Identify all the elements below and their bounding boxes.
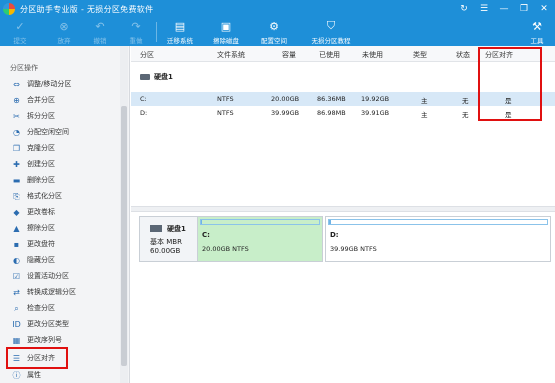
tools-button[interactable]: ⚒ 工具 <box>528 18 546 46</box>
disk-map-partition-c[interactable]: C: 20.00GB NTFS <box>197 216 323 262</box>
sidebar-item-create[interactable]: ✚ 创建分区 <box>12 157 55 171</box>
minimize-button[interactable]: — <box>497 2 511 16</box>
sidebar-item-clone[interactable]: ❐ 克隆分区 <box>12 141 55 155</box>
delete-icon: ▬ <box>12 175 21 185</box>
sidebar-item-split[interactable]: ✂ 拆分分区 <box>12 109 55 123</box>
sidebar-item-wipe[interactable]: ▲ 擦除分区 <box>12 221 55 235</box>
sidebar-item-check[interactable]: ⌕ 检查分区 <box>12 301 55 315</box>
check-circle-icon: ✓ <box>15 19 25 33</box>
migrate-os-button[interactable]: ▤ 迁移系统 <box>164 18 196 46</box>
tools-icon: ⚒ <box>532 19 542 33</box>
toolbar-divider <box>156 22 157 42</box>
allocate-icon: ◔ <box>13 127 20 137</box>
sidebar-item-drive-letter[interactable]: ▪ 更改盘符 <box>12 237 55 251</box>
format-icon: ⎘ <box>13 191 20 201</box>
disk-header-row[interactable]: 硬盘1 <box>131 70 173 84</box>
serial-icon: ▦ <box>12 335 21 345</box>
migrate-os-icon: ▤ <box>174 19 186 33</box>
redo-button[interactable]: ↷ 重做 <box>124 18 148 46</box>
sidebar-item-allocate[interactable]: ◔ 分配空闲空间 <box>12 125 69 139</box>
partition-usage-fill <box>201 220 203 224</box>
sidebar-item-change-label[interactable]: ◆ 更改卷标 <box>12 205 55 219</box>
sidebar-item-resize[interactable]: ⇔ 调整/移动分区 <box>12 77 71 91</box>
partition-usage-bar <box>200 219 320 225</box>
sidebar-item-align[interactable]: ☰ 分区对齐 <box>12 351 55 365</box>
title-bar: 分区助手专业版 - 无损分区免费软件 ↻ ☰ — ❐ ✕ <box>0 0 555 18</box>
sidebar-item-merge[interactable]: ⊕ 合并分区 <box>12 93 55 107</box>
wipe-disk-button[interactable]: ▣ 擦除磁盘 <box>210 18 242 46</box>
hard-disk-icon <box>140 74 150 80</box>
column-header-filesystem[interactable]: 文件系统 <box>217 50 245 60</box>
app-logo-icon <box>3 3 15 15</box>
sidebar-section-title: 分区操作 <box>10 64 38 72</box>
disk-map-disk-info[interactable]: 硬盘1 基本 MBR 60.00GB <box>139 216 199 262</box>
type-id-icon: ID <box>12 319 21 329</box>
column-header-used[interactable]: 已使用 <box>319 50 340 60</box>
table-row[interactable]: D: NTFS 39.99GB 86.98MB 39.91GB 主 无 是 <box>131 106 555 120</box>
discard-button[interactable]: ⊗ 放弃 <box>52 18 76 46</box>
allocate-space-button[interactable]: ⚙ 配置空间 <box>258 18 290 46</box>
check-icon: ⌕ <box>14 303 19 313</box>
partition-usage-bar <box>328 219 548 225</box>
window-title: 分区助手专业版 - 无损分区免费软件 <box>20 4 154 14</box>
redo-icon: ↷ <box>131 19 141 33</box>
main-panel: 分区 文件系统 容量 已使用 未使用 类型 状态 分区对齐 硬盘1 C: NTF… <box>131 46 555 383</box>
sidebar-item-change-serial[interactable]: ▦ 更改序列号 <box>12 333 62 347</box>
allocate-space-icon: ⚙ <box>269 19 279 33</box>
disk-map-partition-d[interactable]: D: 39.99GB NTFS <box>325 216 551 262</box>
column-header-status[interactable]: 状态 <box>456 50 470 60</box>
split-icon: ✂ <box>13 111 20 121</box>
column-header-free[interactable]: 未使用 <box>362 50 383 60</box>
close-button[interactable]: ✕ <box>537 2 551 16</box>
resize-icon: ⇔ <box>13 79 20 89</box>
active-icon: ☑ <box>12 271 21 281</box>
sidebar-item-format[interactable]: ⎘ 格式化分区 <box>12 189 62 203</box>
sidebar-item-properties[interactable]: ⓘ 属性 <box>12 368 42 382</box>
sidebar-scrollbar[interactable] <box>120 46 128 383</box>
refresh-icon[interactable]: ↻ <box>457 2 471 16</box>
partition-usage-fill <box>329 220 332 224</box>
sidebar-item-set-active[interactable]: ☑ 设置活动分区 <box>12 269 69 283</box>
sidebar: 分区操作 ⇔ 调整/移动分区 ⊕ 合并分区 ✂ 拆分分区 ◔ 分配空闲空间 ❐ … <box>0 46 130 383</box>
table-row[interactable]: C: NTFS 20.00GB 86.36MB 19.92GB 主 无 是 <box>131 92 555 106</box>
hide-icon: ◐ <box>13 255 20 265</box>
create-icon: ✚ <box>13 159 20 169</box>
sidebar-item-delete[interactable]: ▬ 删除分区 <box>12 173 55 187</box>
table-header: 分区 文件系统 容量 已使用 未使用 类型 状态 分区对齐 <box>131 46 555 62</box>
menu-icon[interactable]: ☰ <box>477 2 491 16</box>
drive-letter-icon: ▪ <box>13 239 20 249</box>
column-header-partition[interactable]: 分区 <box>140 50 154 60</box>
column-header-alignment[interactable]: 分区对齐 <box>485 50 513 60</box>
disk-map: 硬盘1 基本 MBR 60.00GB C: 20.00GB NTFS D: 39… <box>131 212 555 383</box>
label-icon: ◆ <box>13 207 20 217</box>
toolbar: ✓ 提交 ⊗ 放弃 ↶ 撤销 ↷ 重做 ▤ 迁移系统 ▣ 擦除磁盘 ⚙ 配置空间… <box>0 18 555 46</box>
column-header-type[interactable]: 类型 <box>413 50 427 60</box>
column-header-capacity[interactable]: 容量 <box>282 50 296 60</box>
clone-icon: ❐ <box>12 143 21 153</box>
commit-button[interactable]: ✓ 提交 <box>8 18 32 46</box>
hard-disk-icon <box>150 225 162 232</box>
convert-icon: ⇄ <box>13 287 20 297</box>
shield-icon: ⛉ <box>326 19 336 32</box>
merge-icon: ⊕ <box>13 95 20 105</box>
sidebar-item-convert-logical[interactable]: ⇄ 转换成逻辑分区 <box>12 285 76 299</box>
maximize-button[interactable]: ❐ <box>517 2 531 16</box>
sidebar-scrollbar-thumb[interactable] <box>121 106 127 366</box>
sidebar-item-hide[interactable]: ◐ 隐藏分区 <box>12 253 55 267</box>
undo-button[interactable]: ↶ 撤销 <box>88 18 112 46</box>
undo-icon: ↶ <box>95 19 105 33</box>
cancel-circle-icon: ⊗ <box>59 19 69 33</box>
info-icon: ⓘ <box>12 370 21 380</box>
sidebar-item-change-type[interactable]: ID 更改分区类型 <box>12 317 69 331</box>
tutorial-button[interactable]: ⛉ 无损分区教程 <box>308 18 354 46</box>
wipe-disk-icon: ▣ <box>220 19 232 33</box>
align-icon: ☰ <box>12 353 21 363</box>
wipe-icon: ▲ <box>13 223 20 233</box>
